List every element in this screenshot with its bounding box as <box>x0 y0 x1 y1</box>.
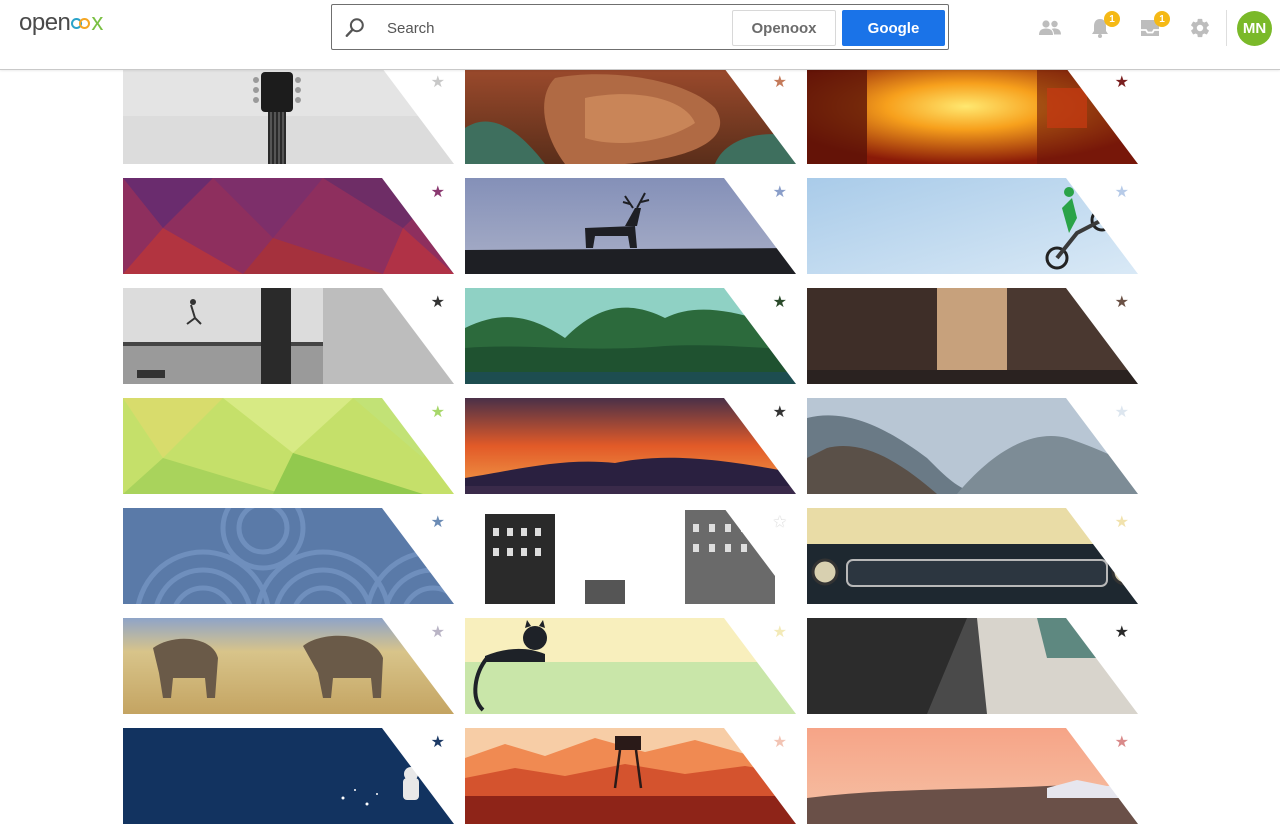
background-tile[interactable]: ★ <box>123 508 454 604</box>
inbox-button[interactable]: 1 <box>1136 11 1170 42</box>
background-tile[interactable]: ★ <box>807 288 1138 384</box>
star-icon[interactable]: ★ <box>431 514 445 530</box>
notifications-count-badge: 1 <box>1104 11 1120 27</box>
star-icon[interactable]: ★ <box>431 294 445 310</box>
star-icon[interactable]: ★ <box>1115 624 1129 640</box>
star-icon[interactable]: ★ <box>1115 514 1129 530</box>
star-icon[interactable]: ★ <box>431 734 445 750</box>
openoox-search-button[interactable]: Openoox <box>732 10 836 46</box>
background-tile[interactable]: ★ <box>123 178 454 274</box>
star-icon[interactable]: ★ <box>773 624 787 640</box>
star-icon[interactable]: ★ <box>1115 74 1129 90</box>
logo-rings <box>71 17 91 29</box>
logo-text-suffix: x <box>91 9 103 36</box>
header-divider <box>1226 10 1227 46</box>
star-icon[interactable]: ★ <box>431 74 445 90</box>
search-bar: Openoox Google <box>331 4 949 50</box>
background-tile[interactable]: ★ <box>123 288 454 384</box>
google-search-button[interactable]: Google <box>842 10 945 46</box>
star-icon[interactable]: ★ <box>431 624 445 640</box>
background-tile[interactable]: ★ <box>465 618 796 714</box>
star-icon[interactable]: ★ <box>773 734 787 750</box>
star-icon[interactable]: ★ <box>1115 734 1129 750</box>
star-icon[interactable]: ★ <box>1115 294 1129 310</box>
people-icon <box>1039 20 1061 35</box>
top-bar: open x Openoox Google 1 <box>0 0 1280 70</box>
background-tile[interactable]: ★ <box>807 618 1138 714</box>
star-icon[interactable]: ★ <box>773 514 787 530</box>
notifications-button[interactable]: 1 <box>1086 11 1120 42</box>
star-icon[interactable]: ★ <box>431 404 445 420</box>
gear-icon <box>1191 18 1209 38</box>
star-icon[interactable]: ★ <box>773 294 787 310</box>
background-tile[interactable]: ★ <box>465 728 796 824</box>
background-tile[interactable]: ★ <box>123 618 454 714</box>
background-tile[interactable]: ★ <box>465 178 796 274</box>
star-icon[interactable]: ★ <box>773 404 787 420</box>
background-tile[interactable]: ★ <box>123 728 454 824</box>
inbox-count-badge: 1 <box>1154 11 1170 27</box>
search-input[interactable] <box>376 13 729 43</box>
star-icon[interactable]: ★ <box>431 184 445 200</box>
background-tile[interactable]: ★ <box>123 68 454 164</box>
background-tile[interactable]: ★ <box>465 398 796 494</box>
background-tile[interactable]: ★ <box>465 508 796 604</box>
background-tile[interactable]: ★ <box>465 68 796 164</box>
star-icon[interactable]: ★ <box>773 74 787 90</box>
star-icon[interactable]: ★ <box>1115 184 1129 200</box>
user-avatar[interactable]: MN <box>1237 11 1272 46</box>
background-tile[interactable]: ★ <box>807 178 1138 274</box>
background-tile[interactable]: ★ <box>807 728 1138 824</box>
star-icon[interactable]: ★ <box>1115 404 1129 420</box>
settings-button[interactable] <box>1186 14 1214 42</box>
background-tile[interactable]: ★ <box>807 398 1138 494</box>
background-tile[interactable]: ★ <box>807 508 1138 604</box>
background-tile[interactable]: ★ <box>465 288 796 384</box>
openoox-logo[interactable]: open x <box>19 9 103 37</box>
background-tile[interactable]: ★ <box>807 68 1138 164</box>
star-icon[interactable]: ★ <box>773 184 787 200</box>
background-tile[interactable]: ★ <box>123 398 454 494</box>
logo-text-prefix: open <box>19 9 71 36</box>
people-button[interactable] <box>1036 14 1064 42</box>
search-icon[interactable] <box>344 17 366 39</box>
